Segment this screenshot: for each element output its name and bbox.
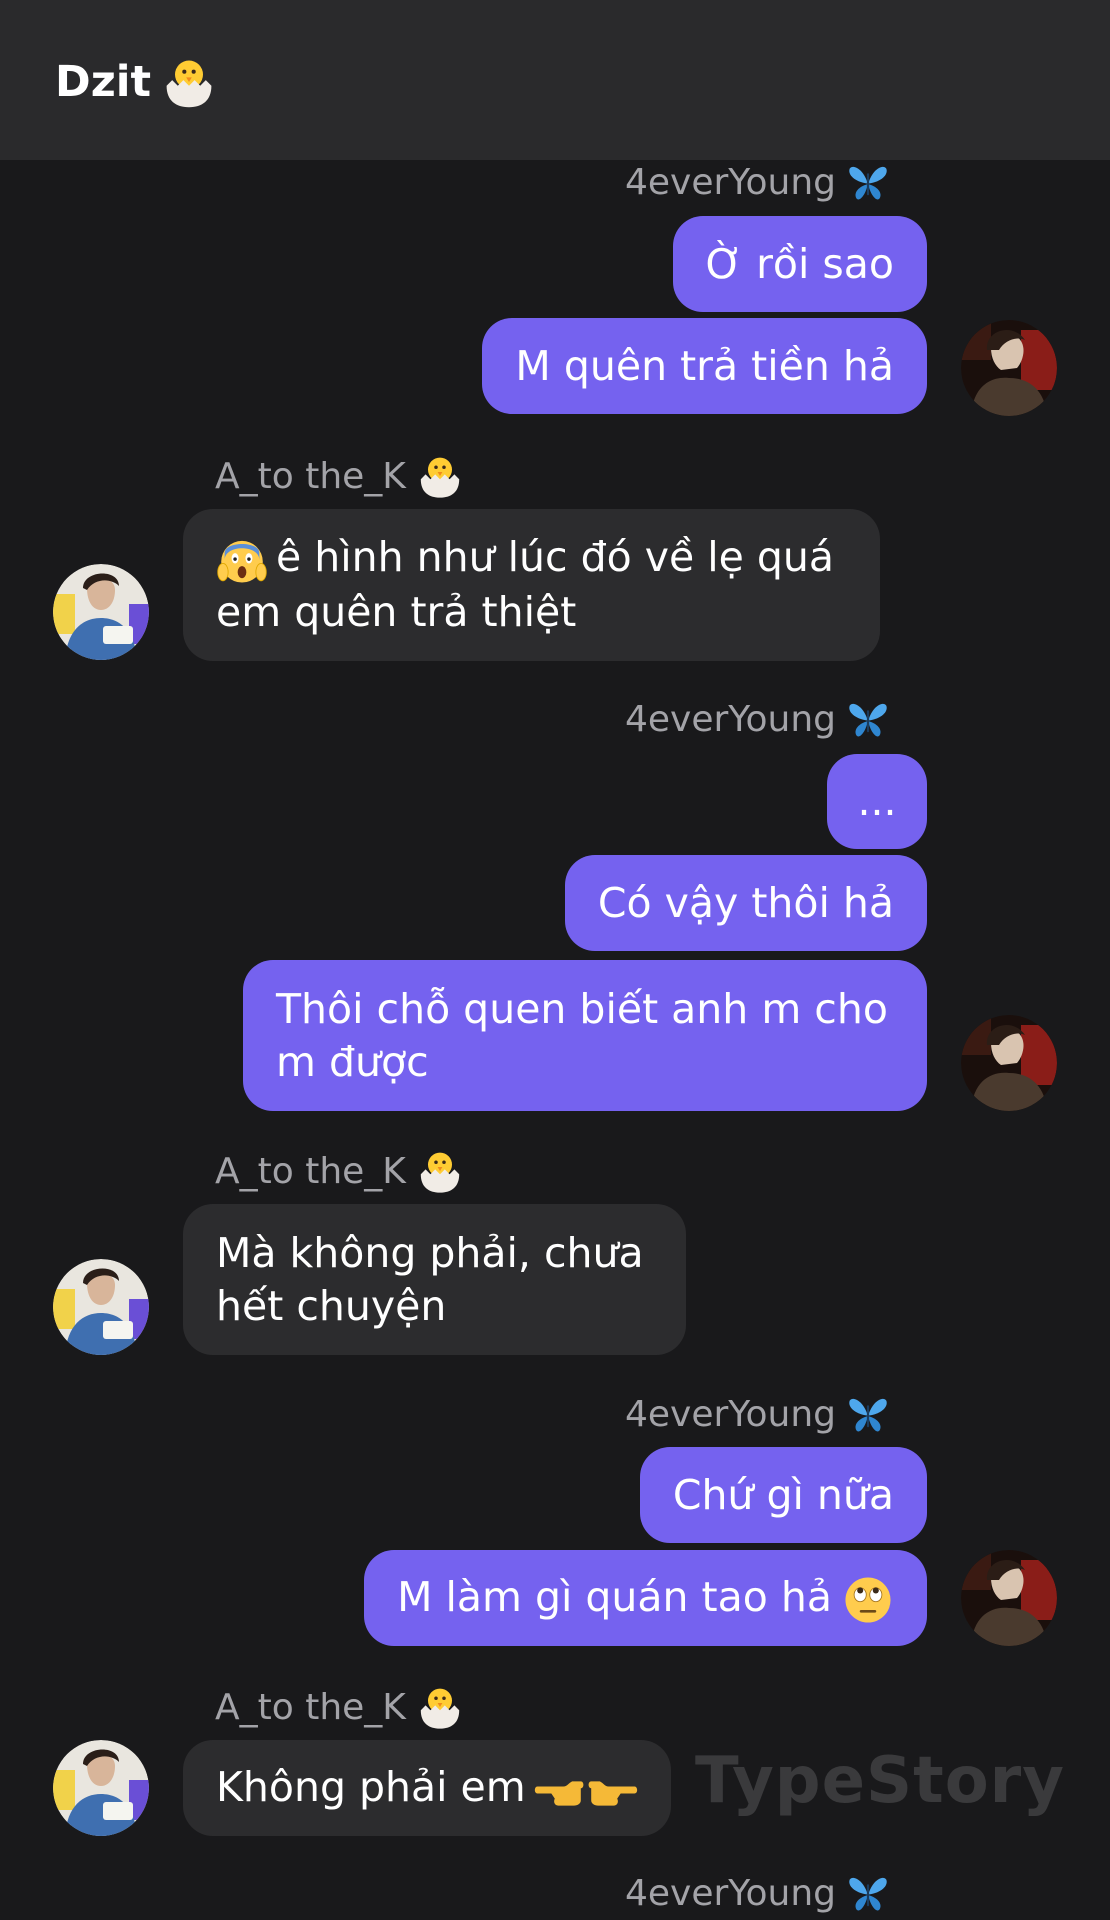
chat-title-text: Dzit [55, 57, 152, 107]
sender-label-other: A_to the_K [215, 1146, 464, 1196]
watermark: TypeStory [695, 1744, 1065, 1818]
sender-name: 4everYoung [624, 1393, 836, 1435]
sender-label-me: 4everYoung [625, 1389, 890, 1439]
butterfly-icon [846, 1392, 890, 1436]
avatar-other[interactable] [53, 564, 149, 660]
message-bubble-outgoing[interactable]: M làm gì quán tao hả [364, 1550, 927, 1646]
chat-title[interactable]: Dzit [55, 50, 217, 114]
message-bubble-outgoing[interactable]: Có vậy thôi hả [564, 855, 927, 951]
avatar-other-image [53, 1740, 149, 1836]
avatar-me[interactable] [961, 1550, 1057, 1646]
message-text-wrap: Không phải em [216, 1761, 638, 1816]
message-text: ... [857, 777, 897, 825]
message-text-wrap: ê hình như lúc đó về lẹ quá em quên trả … [216, 531, 847, 639]
message-text: Thôi chỗ quen biết anh m cho m được [276, 984, 888, 1086]
sender-label-me: 4everYoung [625, 1868, 890, 1918]
message-bubble-incoming[interactable]: ê hình như lúc đó về lẹ quá em quên trả … [183, 509, 880, 661]
avatar-me-image [961, 1550, 1057, 1646]
butterfly-icon [846, 160, 890, 204]
message-text: M làm gì quán tao hả [397, 1572, 832, 1621]
sender-name: 4everYoung [624, 1872, 836, 1914]
avatar-me-image [961, 320, 1057, 416]
message-bubble-outgoing[interactable]: M quên trả tiền hả [482, 318, 927, 414]
message-text: Không phải em [216, 1762, 526, 1811]
eye-roll-icon [842, 1574, 894, 1626]
message-bubble-outgoing[interactable]: Chứ gì nữa [639, 1447, 927, 1543]
avatar-other[interactable] [53, 1259, 149, 1355]
message-text: Có vậy thôi hả [597, 878, 894, 927]
sender-name: A_to the_K [215, 1686, 406, 1728]
message-bubble-outgoing[interactable]: Thôi chỗ quen biết anh m cho m được [243, 960, 927, 1111]
avatar-me[interactable] [961, 1015, 1057, 1111]
message-text: Ờ rồi sao [705, 239, 894, 288]
message-text-wrap: M làm gì quán tao hả [397, 1571, 894, 1626]
pointing-fingers-icon [534, 1764, 638, 1816]
sender-name: A_to the_K [215, 1150, 406, 1192]
hatching-chick-icon [416, 452, 464, 500]
sender-label-me: 4everYoung [625, 694, 890, 744]
sender-name: A_to the_K [215, 455, 406, 497]
hatching-chick-icon [161, 54, 217, 110]
avatar-other-image [53, 1259, 149, 1355]
message-bubble-outgoing[interactable]: Ờ rồi sao [672, 216, 927, 312]
message-text: ê hình như lúc đó về lẹ quá em quên trả … [216, 533, 835, 636]
sender-name: 4everYoung [624, 698, 836, 740]
message-text: Chứ gì nữa [672, 1470, 894, 1519]
sender-label-other: A_to the_K [215, 451, 464, 501]
chat-header: Dzit [0, 0, 1110, 160]
hatching-chick-icon [416, 1683, 464, 1731]
avatar-me-image [961, 1015, 1057, 1111]
sender-label-me: 4everYoung [625, 157, 890, 207]
message-text: M quên trả tiền hả [515, 341, 894, 390]
butterfly-icon [846, 697, 890, 741]
avatar-other[interactable] [53, 1740, 149, 1836]
sender-label-other: A_to the_K [215, 1682, 464, 1732]
butterfly-icon [846, 1871, 890, 1915]
message-bubble-incoming[interactable]: Không phải em [183, 1740, 671, 1836]
sender-name: 4everYoung [624, 161, 836, 203]
screaming-face-icon [216, 534, 268, 586]
hatching-chick-icon [416, 1147, 464, 1195]
message-text: Mà không phải, chưa hết chuyện [216, 1228, 644, 1330]
message-bubble-outgoing[interactable]: ... [827, 754, 927, 849]
avatar-me[interactable] [961, 320, 1057, 416]
avatar-other-image [53, 564, 149, 660]
message-bubble-incoming[interactable]: Mà không phải, chưa hết chuyện [183, 1204, 686, 1355]
